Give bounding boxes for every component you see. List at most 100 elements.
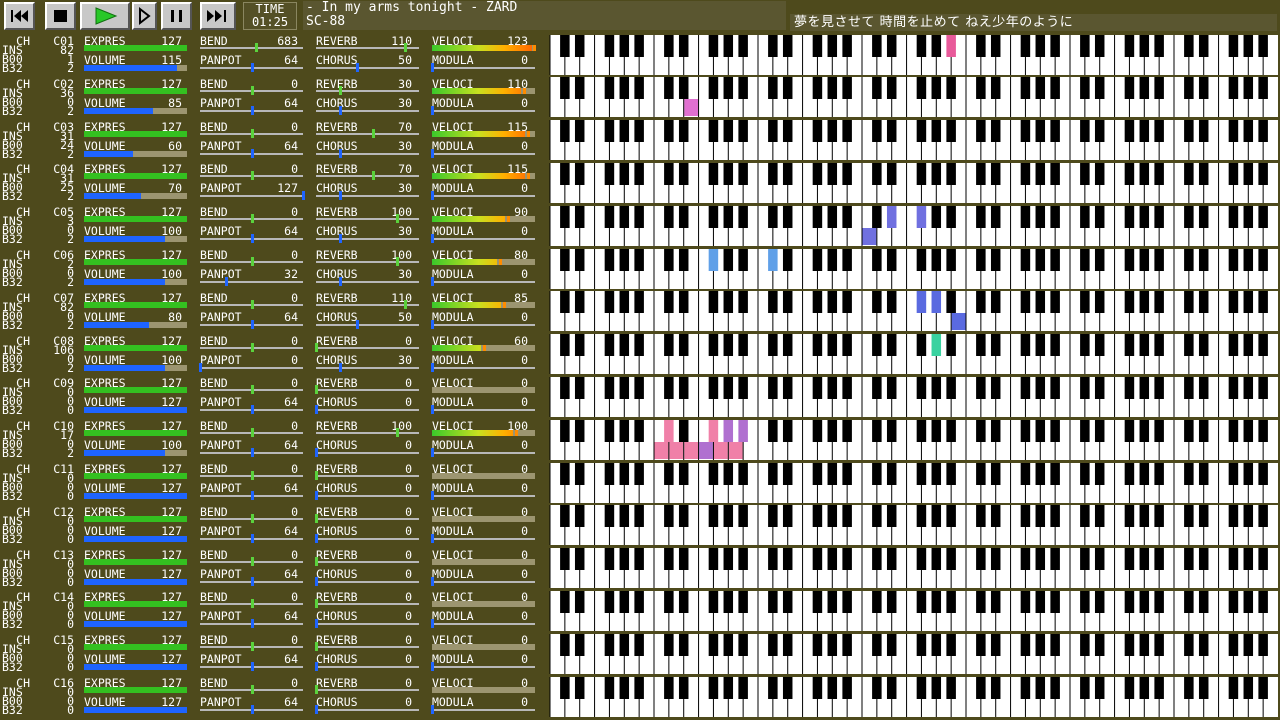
play-button[interactable]	[80, 2, 130, 30]
panpot-slider-thumb[interactable]	[250, 576, 254, 586]
chorus-slider[interactable]	[316, 234, 419, 244]
chorus-slider-thumb[interactable]	[315, 448, 318, 458]
panpot-slider[interactable]	[200, 405, 303, 415]
fast-forward-button[interactable]	[200, 2, 236, 30]
bend-slider[interactable]	[200, 556, 303, 566]
chorus-slider[interactable]	[316, 148, 419, 158]
modulation-slider-thumb[interactable]	[431, 491, 434, 500]
bend-slider-thumb[interactable]	[250, 513, 254, 523]
chorus-slider-thumb[interactable]	[339, 234, 343, 244]
reverb-slider-thumb[interactable]	[371, 128, 375, 138]
modulation-slider[interactable]	[431, 576, 535, 586]
bend-slider-thumb[interactable]	[250, 685, 254, 694]
modulation-slider-thumb[interactable]	[431, 191, 434, 201]
bend-slider-thumb[interactable]	[254, 43, 258, 52]
volume-bar[interactable]	[84, 707, 187, 713]
chorus-slider-thumb[interactable]	[339, 191, 343, 201]
chorus-slider-thumb[interactable]	[315, 705, 318, 714]
panpot-slider-thumb[interactable]	[250, 619, 254, 629]
modulation-slider-thumb[interactable]	[431, 405, 434, 415]
panpot-slider[interactable]	[200, 662, 303, 672]
reverb-slider-thumb[interactable]	[315, 471, 318, 480]
bend-slider-thumb[interactable]	[250, 257, 254, 266]
reverb-slider[interactable]	[316, 85, 419, 95]
expression-bar[interactable]	[84, 473, 187, 479]
expression-bar[interactable]	[84, 173, 187, 180]
chorus-slider-thumb[interactable]	[315, 619, 318, 629]
modulation-slider-thumb[interactable]	[431, 362, 434, 372]
modulation-slider[interactable]	[431, 63, 535, 72]
expression-bar[interactable]	[84, 601, 187, 608]
bend-slider-thumb[interactable]	[250, 128, 254, 138]
volume-bar[interactable]	[84, 150, 187, 157]
chorus-slider[interactable]	[315, 619, 419, 629]
chorus-slider[interactable]	[315, 491, 419, 500]
bend-slider-thumb[interactable]	[250, 299, 254, 309]
modulation-slider-thumb[interactable]	[431, 63, 434, 72]
panpot-slider[interactable]	[200, 277, 303, 286]
reverb-slider[interactable]	[315, 556, 419, 566]
modulation-slider[interactable]	[431, 619, 535, 629]
chorus-slider[interactable]	[315, 576, 419, 586]
volume-bar[interactable]	[84, 578, 187, 585]
expression-bar[interactable]	[84, 515, 187, 522]
modulation-slider[interactable]	[431, 448, 535, 458]
modulation-slider[interactable]	[431, 277, 535, 286]
rewind-button[interactable]	[4, 2, 35, 30]
bend-slider-thumb[interactable]	[250, 214, 254, 224]
modulation-slider[interactable]	[431, 705, 535, 714]
modulation-slider-thumb[interactable]	[431, 105, 434, 115]
panpot-slider-thumb[interactable]	[250, 148, 254, 158]
panpot-slider-thumb[interactable]	[250, 63, 254, 72]
reverb-slider-thumb[interactable]	[315, 342, 318, 352]
bend-slider-thumb[interactable]	[250, 642, 254, 652]
panpot-slider-thumb[interactable]	[199, 362, 202, 372]
modulation-slider-thumb[interactable]	[431, 576, 434, 586]
panpot-slider-thumb[interactable]	[250, 105, 254, 115]
modulation-slider-thumb[interactable]	[431, 619, 434, 629]
panpot-slider[interactable]	[200, 319, 303, 329]
bend-slider-thumb[interactable]	[250, 171, 254, 181]
modulation-slider[interactable]	[431, 191, 535, 201]
volume-bar[interactable]	[84, 493, 187, 499]
reverb-slider-thumb[interactable]	[315, 385, 318, 395]
chorus-slider[interactable]	[315, 405, 419, 415]
expression-bar[interactable]	[84, 130, 187, 137]
bend-slider[interactable]	[200, 299, 303, 309]
reverb-slider[interactable]	[315, 642, 419, 652]
volume-bar[interactable]	[84, 407, 187, 414]
expression-bar[interactable]	[84, 216, 187, 223]
step-forward-button[interactable]	[132, 2, 157, 30]
modulation-slider-thumb[interactable]	[431, 705, 434, 714]
panpot-slider-thumb[interactable]	[250, 662, 254, 672]
modulation-slider[interactable]	[431, 533, 535, 543]
modulation-slider-thumb[interactable]	[431, 148, 434, 158]
reverb-slider[interactable]	[316, 171, 419, 181]
chorus-slider[interactable]	[315, 533, 419, 543]
panpot-slider[interactable]	[200, 533, 303, 543]
expression-bar[interactable]	[84, 301, 187, 308]
expression-bar[interactable]	[84, 430, 187, 437]
bend-slider[interactable]	[200, 85, 303, 95]
volume-bar[interactable]	[84, 364, 187, 371]
reverb-slider[interactable]	[316, 299, 419, 309]
modulation-slider[interactable]	[431, 362, 535, 372]
panpot-slider[interactable]	[200, 191, 305, 201]
modulation-slider-thumb[interactable]	[431, 277, 434, 286]
volume-bar[interactable]	[84, 664, 187, 671]
volume-bar[interactable]	[84, 193, 187, 200]
reverb-slider-thumb[interactable]	[396, 428, 400, 438]
panpot-slider[interactable]	[200, 705, 303, 714]
reverb-slider-thumb[interactable]	[404, 43, 408, 52]
panpot-slider[interactable]	[200, 619, 303, 629]
modulation-slider[interactable]	[431, 491, 535, 500]
chorus-slider-thumb[interactable]	[315, 405, 318, 415]
panpot-slider[interactable]	[200, 576, 303, 586]
chorus-slider-thumb[interactable]	[315, 533, 318, 543]
chorus-slider[interactable]	[315, 705, 419, 714]
modulation-slider-thumb[interactable]	[431, 234, 434, 244]
expression-bar[interactable]	[84, 387, 187, 394]
chorus-slider-thumb[interactable]	[355, 63, 359, 72]
bend-slider[interactable]	[200, 513, 303, 523]
bend-slider-thumb[interactable]	[250, 428, 254, 438]
